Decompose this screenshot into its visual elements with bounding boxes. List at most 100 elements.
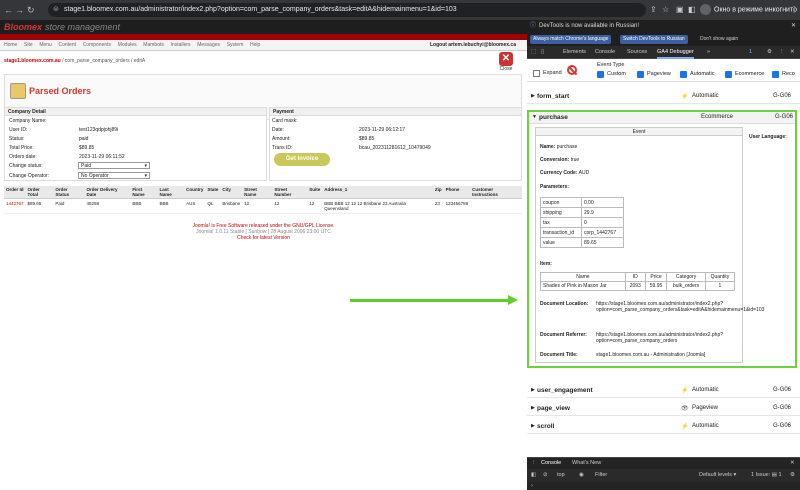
clear-icon[interactable] <box>567 65 577 75</box>
company-name-label: Company Name: <box>9 118 47 124</box>
table-cell: BBB BBB 12 12 12 Brisbane 23 Australia Q… <box>322 198 433 214</box>
reload-icon[interactable]: ↻ <box>27 5 35 16</box>
event-row-form-start[interactable]: ▶ form_start ⚡ Automatic G-G06 <box>527 90 800 104</box>
gear-icon[interactable]: ⚙ <box>790 469 795 482</box>
document-referrer-value: https://stage1.bloomex.com.au/administra… <box>596 332 724 344</box>
page-footer: Joomla! is Free Software released under … <box>0 223 527 241</box>
item-cell: 59.95 <box>644 281 668 291</box>
menu-help[interactable]: Help <box>250 42 260 48</box>
annotation-arrow-head <box>508 295 518 305</box>
device-toggle-icon[interactable]: ▯ <box>541 46 544 59</box>
filter-pageview-checkbox[interactable] <box>637 71 644 78</box>
parameter-key: transaction_id <box>539 227 583 238</box>
menu-installers[interactable]: Installers <box>171 42 191 48</box>
order-id-link[interactable]: 1442767 <box>4 198 26 214</box>
check-version-link[interactable]: Check for latest Version <box>237 235 290 241</box>
purchase-header[interactable]: ▼ purchase Ecommerce G-G06 <box>529 112 795 124</box>
address-bar[interactable]: ⊜ stage1.bloomex.com.au/administrator/in… <box>48 3 646 17</box>
table-cell: 12 <box>272 198 308 214</box>
item-label: Item: <box>540 261 552 267</box>
menu-home[interactable]: Home <box>4 42 17 48</box>
event-measurement-id: G-G06 <box>773 93 792 99</box>
incognito-profile-button[interactable]: Окно в режиме инкогнито <box>700 4 797 15</box>
event-row-user-engagement[interactable]: ▶ user_engagement ⚡ Automatic G-G06 <box>527 384 800 398</box>
console-filter-input[interactable]: Filter <box>595 469 607 482</box>
tab-ga4-debugger[interactable]: GA4 Debugger <box>657 46 694 59</box>
event-measurement-id: G-G06 <box>773 405 792 411</box>
extensions-icon[interactable]: ▣ <box>676 5 684 14</box>
change-status-select[interactable]: Paid ▾ <box>78 162 150 169</box>
filter-ecommerce-checkbox[interactable] <box>725 71 732 78</box>
annotation-arrow <box>350 299 510 302</box>
close-icon[interactable]: ✕ <box>790 458 795 469</box>
issues-badge[interactable]: 1 <box>749 46 752 59</box>
always-match-language-button[interactable]: Always match Chrome's language <box>530 35 612 44</box>
logo-text: Bloomex <box>4 22 43 32</box>
menu-mambots[interactable]: Mambots <box>143 42 164 48</box>
settings-icon[interactable]: ⚙ <box>767 46 772 59</box>
eye-icon[interactable]: ◉ <box>579 469 584 482</box>
switch-russian-button[interactable]: Switch DevTools to Russian <box>620 35 688 44</box>
dont-show-again-button[interactable]: Don't show again <box>697 35 741 44</box>
filter-custom-checkbox[interactable] <box>597 71 604 78</box>
share-icon[interactable]: ⇪ <box>650 5 657 14</box>
parameter-value: corp_1442767 <box>581 227 624 238</box>
tab-console[interactable]: Console <box>595 46 615 59</box>
filter-automatic-checkbox[interactable] <box>680 71 687 78</box>
table-cell: 12 <box>307 198 323 214</box>
parameter-row: value 89.65 <box>539 237 624 248</box>
tab-sources[interactable]: Sources <box>627 46 647 59</box>
event-row-page-view[interactable]: ▶ page_view 👁 Pageview G-G06 <box>527 402 800 416</box>
incognito-label: Окно в режиме инкогнито <box>714 6 797 14</box>
tab-elements[interactable]: Elements <box>563 46 586 59</box>
item-col-header: Price <box>644 272 668 282</box>
menu-site[interactable]: Site <box>24 42 33 48</box>
context-select[interactable]: top <box>557 469 565 482</box>
orders-col-header: State <box>205 186 221 199</box>
more-tabs-icon[interactable]: » <box>707 46 710 59</box>
sidebar-toggle-icon[interactable]: ◧ <box>531 469 536 482</box>
site-info-icon[interactable]: ⊜ <box>53 3 59 17</box>
clear-console-icon[interactable]: ⊘ <box>543 469 548 482</box>
drawer-menu-icon[interactable]: ⋮ <box>531 458 537 469</box>
logout-link[interactable]: Logout artem.lebuchyi@bloomex.ca <box>430 40 516 51</box>
issues-count[interactable]: 1 Issue: ▤ 1 <box>751 469 782 482</box>
console-prompt-icon[interactable]: › <box>531 483 533 489</box>
close-button[interactable]: ✕ Close <box>494 52 518 72</box>
event-row-scroll[interactable]: ▶ scroll ⚡ Automatic G-G06 <box>527 420 800 434</box>
change-operator-select[interactable]: No Operator ▾ <box>78 172 150 179</box>
expand-checkbox[interactable] <box>533 70 540 77</box>
sidepanel-icon[interactable]: ◧ <box>688 5 696 14</box>
browser-toolbar: ← → ↻ ⊜ stage1.bloomex.com.au/administra… <box>0 0 800 20</box>
inspect-icon[interactable]: ⬚ <box>531 46 536 59</box>
close-icon[interactable]: ✕ <box>790 46 795 59</box>
parameter-value: 29.9 <box>581 207 624 218</box>
event-type: Automatic <box>692 387 719 393</box>
bookmark-star-icon[interactable]: ☆ <box>662 5 669 14</box>
more-menu-icon[interactable]: ⋮ <box>790 5 798 14</box>
menu-content[interactable]: Content <box>59 42 77 48</box>
menu-messages[interactable]: Messages <box>197 42 220 48</box>
tab-whats-new[interactable]: What's New <box>572 458 601 469</box>
breadcrumb-site[interactable]: stage1.bloomex.com.au <box>4 58 61 64</box>
tab-console-drawer[interactable]: Console <box>541 458 561 469</box>
filter-pageview-label: Pageview <box>647 71 671 77</box>
menu-modules[interactable]: Modules <box>118 42 137 48</box>
menu-components[interactable]: Components <box>83 42 111 48</box>
back-icon[interactable]: ← <box>4 5 13 15</box>
log-levels-select[interactable]: Default levels ▾ <box>699 469 736 482</box>
filter-ecommerce-label: Ecommerce <box>735 71 765 77</box>
orders-col-header: Order Total <box>25 186 54 199</box>
parameter-key: tax <box>539 217 583 228</box>
forward-icon[interactable]: → <box>15 5 24 15</box>
name-value: purchase <box>556 144 578 150</box>
more-menu-icon[interactable]: ⋮ <box>779 46 785 59</box>
get-invoice-button[interactable]: Get invoice <box>274 153 330 166</box>
operator-selected: No Operator <box>81 173 109 179</box>
conversion-row: Conversion: true <box>540 157 579 163</box>
chevron-down-icon: ▾ <box>144 163 147 169</box>
close-icon[interactable]: ✕ <box>791 20 796 32</box>
menu-system[interactable]: System <box>227 42 244 48</box>
filter-reco-checkbox[interactable] <box>772 71 779 78</box>
menu-menu[interactable]: Menu <box>39 42 52 48</box>
